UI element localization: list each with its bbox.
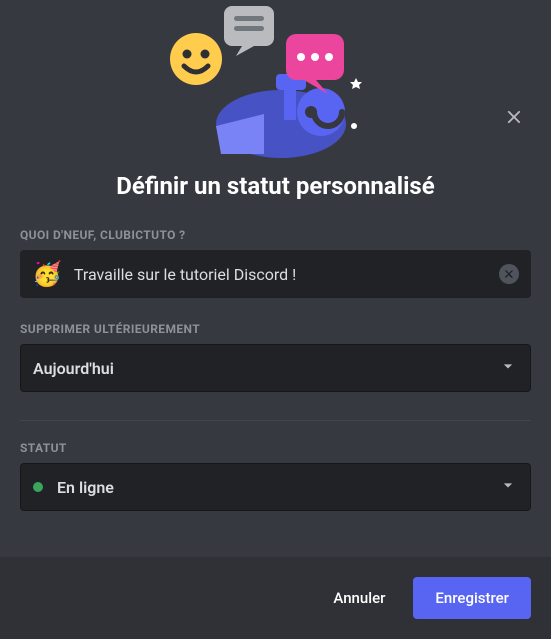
- status-input-row: 🥳: [20, 250, 531, 298]
- cancel-button[interactable]: Annuler: [329, 579, 389, 617]
- close-icon: [503, 106, 525, 128]
- clear-after-select[interactable]: Aujourd'hui: [20, 344, 531, 392]
- status-label: STATUT: [20, 441, 531, 455]
- clear-after-label: SUPPRIMER ULTÉRIEUREMENT: [20, 322, 531, 336]
- chevron-down-icon: [498, 475, 518, 499]
- modal-title: Définir un statut personnalisé: [0, 172, 551, 200]
- activity-label: QUOI D'NEUF, CLUBICTUTO ?: [20, 228, 531, 242]
- modal-header: Définir un statut personnalisé: [0, 0, 551, 220]
- modal-footer: Annuler Enregistrer: [0, 557, 551, 639]
- custom-status-modal: Définir un statut personnalisé QUOI D'NE…: [0, 0, 551, 639]
- emoji-picker-button[interactable]: 🥳: [32, 262, 62, 286]
- presence-select[interactable]: En ligne: [20, 463, 531, 511]
- presence-value: En ligne: [57, 478, 114, 497]
- close-icon: [503, 268, 515, 280]
- online-status-dot: [33, 482, 43, 492]
- modal-content: QUOI D'NEUF, CLUBICTUTO ? 🥳 SUPPRIMER UL…: [0, 220, 551, 557]
- status-illustration: [0, 4, 551, 158]
- close-button[interactable]: [503, 106, 525, 132]
- clear-status-button[interactable]: [499, 264, 519, 284]
- divider: [20, 420, 531, 421]
- clear-after-value: Aujourd'hui: [33, 359, 114, 378]
- chevron-down-icon: [498, 356, 518, 380]
- save-button[interactable]: Enregistrer: [413, 577, 531, 619]
- status-text-input[interactable]: [74, 265, 499, 284]
